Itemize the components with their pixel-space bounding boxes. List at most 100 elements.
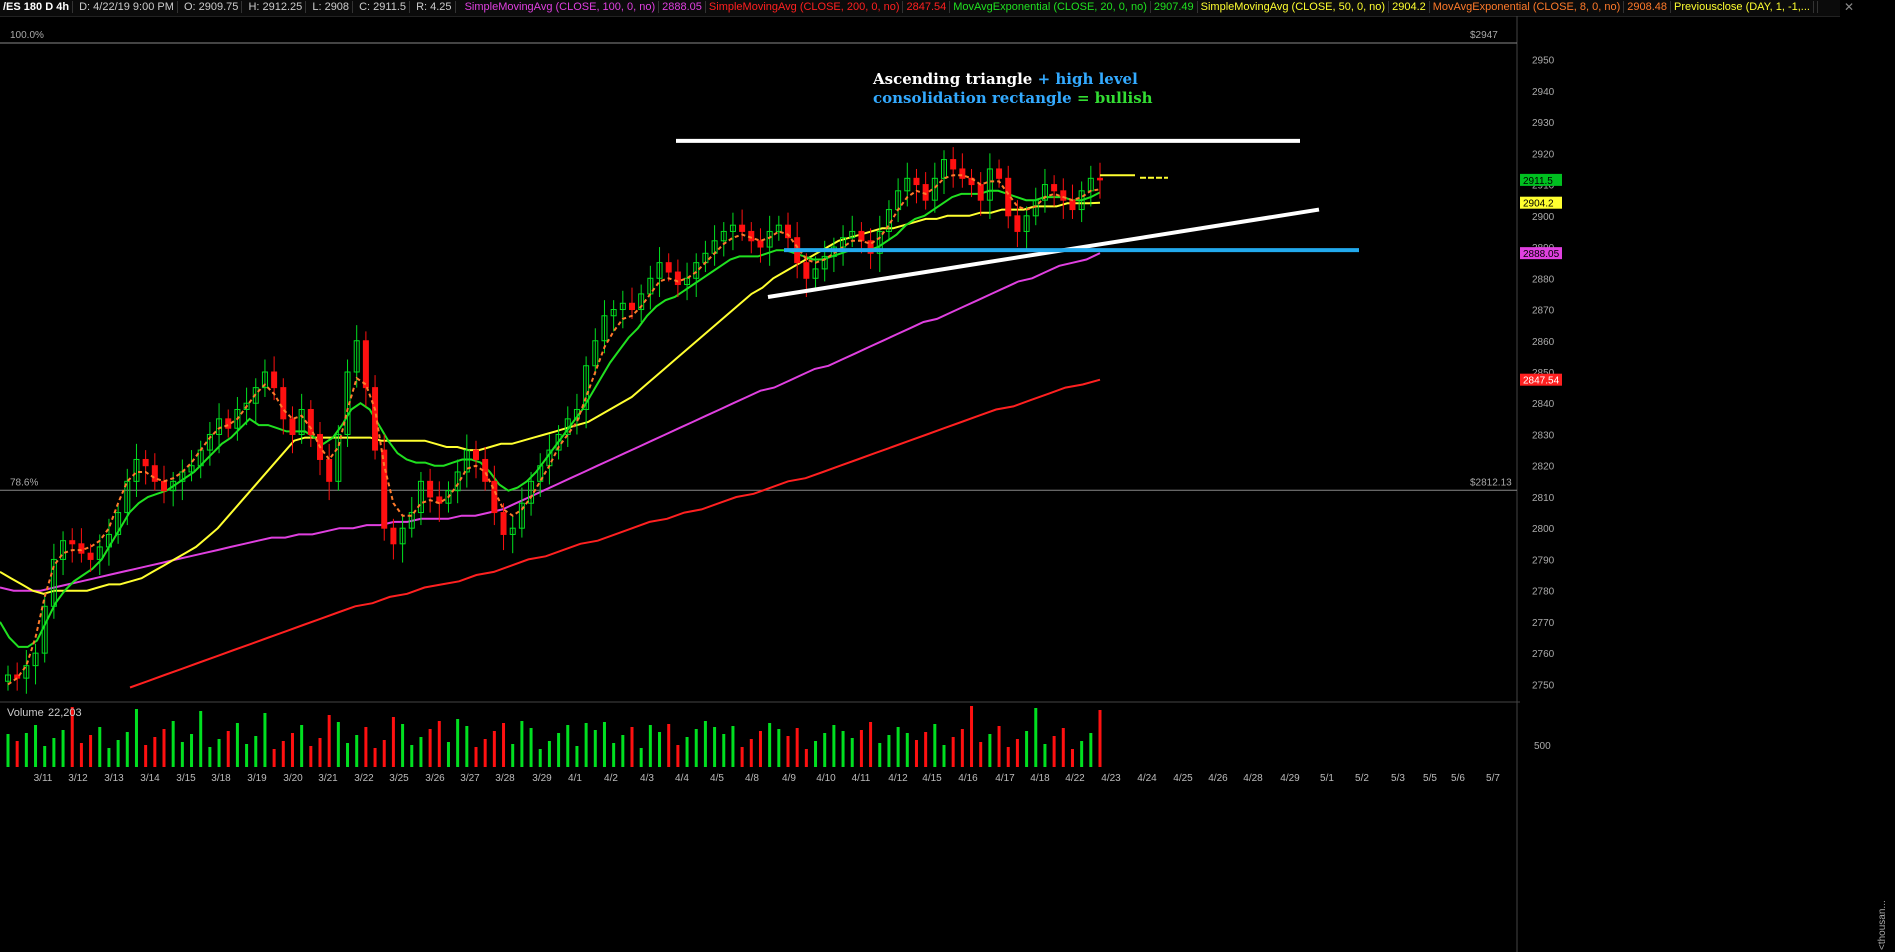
- volume-bar: [456, 719, 460, 767]
- x-tick-label: 4/24: [1137, 773, 1157, 784]
- volume-bar: [722, 734, 726, 767]
- candle-body: [1014, 215, 1021, 232]
- volume-bar: [483, 739, 487, 767]
- volume-bar: [924, 732, 928, 767]
- volume-bar: [502, 723, 506, 767]
- x-tick-label: 4/5: [710, 773, 724, 784]
- annotation-white-text: Ascending triangle: [872, 70, 1038, 88]
- volume-bar: [401, 724, 405, 767]
- y-tick-label: 2770: [1532, 618, 1555, 629]
- y-tick-label: 2790: [1532, 555, 1555, 566]
- volume-bar: [951, 737, 955, 767]
- y-tick-label: 2930: [1532, 118, 1555, 129]
- volume-bar: [355, 735, 359, 767]
- volume-bar: [107, 748, 111, 767]
- x-tick-label: 5/5: [1423, 773, 1437, 784]
- price-chart[interactable]: 2750 2760 2770 2780 2790 2800 2810 2820 2830 2840…: [0, 0, 1895, 952]
- y-tick-label: 2760: [1532, 649, 1555, 660]
- volume-bar: [713, 727, 717, 767]
- volume-bar: [1025, 731, 1029, 767]
- candle-body: [739, 224, 746, 232]
- candle-body: [69, 540, 76, 545]
- volume-bar: [263, 713, 267, 767]
- volume-bar: [61, 730, 65, 767]
- volume-bar: [593, 730, 597, 767]
- volume-bar: [116, 740, 120, 767]
- volume-bar: [346, 743, 350, 767]
- candle-body: [473, 449, 479, 460]
- y-tick-label: 2880: [1532, 274, 1555, 285]
- volume-bar: [1034, 708, 1038, 767]
- volume-bar: [575, 746, 579, 767]
- volume-bar: [970, 706, 974, 767]
- candle-body: [665, 262, 672, 273]
- volume-bar: [382, 740, 386, 767]
- y-tick-label: 2870: [1532, 306, 1555, 317]
- candle-body: [482, 458, 489, 482]
- volume-bar: [804, 749, 808, 767]
- volume-bar: [1089, 733, 1093, 767]
- candle-body: [959, 168, 966, 179]
- candle-body: [289, 418, 296, 435]
- volume-bar: [162, 729, 166, 767]
- volume-bar: [15, 741, 19, 767]
- volume-bar: [89, 735, 93, 767]
- price-label: 2847.54: [1523, 376, 1560, 387]
- volume-bar: [960, 729, 964, 767]
- volume-bar: [887, 735, 891, 767]
- x-tick-label: 5/3: [1391, 773, 1405, 784]
- candle-body: [977, 184, 984, 201]
- volume-bar: [1070, 749, 1074, 767]
- x-tick-label: 4/28: [1243, 773, 1263, 784]
- x-tick-label: 4/3: [640, 773, 654, 784]
- volume-bar: [841, 731, 845, 767]
- volume-bar: [437, 721, 441, 767]
- y-tick-label: 2840: [1532, 399, 1555, 410]
- ema20-line: [0, 189, 1101, 648]
- candle-body: [674, 271, 681, 286]
- volume-bar: [1006, 747, 1010, 767]
- volume-bar: [914, 740, 918, 767]
- volume-bar: [1015, 739, 1019, 767]
- volume-bar: [180, 742, 184, 767]
- y-tick-label: 2860: [1532, 337, 1555, 348]
- candle-body: [151, 465, 158, 482]
- volume-bar: [281, 741, 285, 767]
- candle-body: [500, 512, 507, 535]
- volume-bar: [24, 733, 28, 767]
- volume-bar: [777, 729, 781, 767]
- x-tick-label: 3/25: [389, 773, 409, 784]
- volume-bar: [667, 724, 671, 767]
- volume-bar: [520, 721, 524, 767]
- volume-bar: [869, 722, 873, 767]
- volume-bar: [290, 733, 294, 767]
- volume-bar: [731, 726, 735, 767]
- candle-body: [307, 408, 314, 435]
- x-tick-label: 3/19: [247, 773, 267, 784]
- x-tick-label: 4/9: [782, 773, 796, 784]
- volume-bar: [190, 734, 194, 767]
- candle-body: [950, 159, 957, 170]
- volume-bar: [254, 736, 258, 767]
- y-tick-label: 2820: [1532, 462, 1555, 473]
- y-tick-label: 2940: [1532, 87, 1555, 98]
- volume-bar: [749, 739, 753, 767]
- volume-bar: [832, 725, 836, 767]
- candle-body: [362, 340, 369, 389]
- volume-bar: [584, 723, 588, 767]
- x-tick-label: 4/26: [1208, 773, 1228, 784]
- candle-body: [913, 177, 920, 186]
- price-label: 2904.2: [1523, 199, 1554, 210]
- volume-bar: [419, 737, 423, 767]
- volume-bar: [98, 727, 102, 767]
- x-tick-label: 3/15: [176, 773, 196, 784]
- volume-bar: [34, 725, 38, 767]
- candle-body: [996, 168, 1003, 179]
- volume-bar: [373, 748, 377, 767]
- volume-label: Volume: [7, 707, 44, 719]
- x-tick-label: 5/1: [1320, 773, 1334, 784]
- candle-body: [280, 387, 287, 420]
- volume-bar: [272, 749, 276, 767]
- volume-bar: [859, 730, 863, 767]
- candle-body: [142, 458, 149, 467]
